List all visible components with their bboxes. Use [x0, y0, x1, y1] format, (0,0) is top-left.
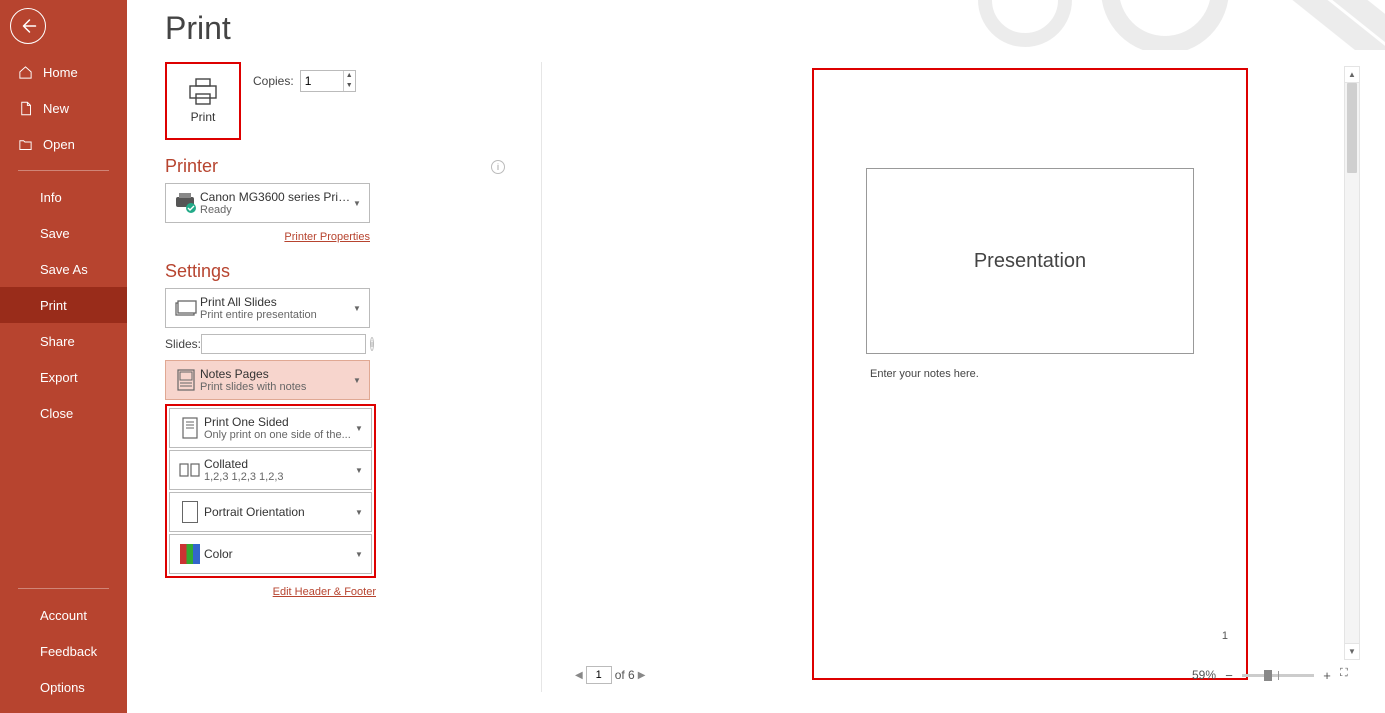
vertical-divider	[541, 62, 542, 692]
color-dropdown[interactable]: Color ▼	[169, 534, 372, 574]
preview-footer: ◀ of 6 ▶ 59% − + ⛶	[557, 662, 1360, 688]
zoom-out-button[interactable]: −	[1222, 668, 1236, 683]
main-panel: Print Print Copies: ▲ ▼ Printer i	[127, 0, 1385, 713]
nav-open[interactable]: Open	[0, 126, 127, 162]
nav-share[interactable]: Share	[0, 323, 127, 359]
slides-stack-icon	[172, 299, 200, 317]
current-page-input[interactable]	[586, 666, 612, 684]
nav-save-as[interactable]: Save As	[0, 251, 127, 287]
nav-open-label: Open	[43, 137, 75, 152]
printer-properties-link[interactable]: Printer Properties	[284, 231, 370, 243]
chevron-down-icon: ▼	[353, 376, 363, 385]
nav-new-label: New	[43, 101, 69, 116]
copies-input[interactable]	[301, 71, 343, 91]
slides-input[interactable]	[201, 334, 366, 354]
copies-down[interactable]: ▼	[344, 81, 355, 91]
zoom-in-button[interactable]: +	[1320, 668, 1334, 683]
settings-section-title: Settings	[165, 261, 230, 282]
sides-dropdown[interactable]: Print One Sided Only print on one side o…	[169, 408, 372, 448]
new-icon	[18, 101, 33, 116]
zoom-percent-label: 59%	[1192, 668, 1216, 682]
nav-info[interactable]: Info	[0, 179, 127, 215]
chevron-down-icon: ▼	[355, 466, 365, 475]
copies-label: Copies:	[253, 74, 294, 88]
nav-new[interactable]: New	[0, 90, 127, 126]
printer-info-icon[interactable]: i	[491, 160, 505, 174]
orientation-dropdown[interactable]: Portrait Orientation ▼	[169, 492, 372, 532]
highlighted-settings-group: Print One Sided Only print on one side o…	[165, 404, 376, 578]
printer-status-icon	[172, 193, 200, 213]
one-sided-icon	[176, 417, 204, 439]
home-icon	[18, 65, 33, 80]
printer-icon	[187, 78, 219, 106]
zoom-fit-button[interactable]: ⛶	[1340, 667, 1356, 683]
collated-icon	[176, 461, 204, 479]
nav-export[interactable]: Export	[0, 359, 127, 395]
printer-name: Canon MG3600 series Printer...	[200, 190, 353, 204]
total-pages-label: of 6	[615, 668, 635, 682]
zoom-slider[interactable]	[1242, 674, 1314, 677]
nav-home-label: Home	[43, 65, 78, 80]
print-button[interactable]: Print	[165, 62, 241, 140]
nav-close[interactable]: Close	[0, 395, 127, 431]
chevron-down-icon: ▼	[355, 550, 365, 559]
nav-home[interactable]: Home	[0, 54, 127, 90]
notes-page-icon	[172, 369, 200, 391]
page-title: Print	[165, 10, 1385, 47]
scroll-up-button[interactable]: ▲	[1345, 67, 1359, 83]
copies-spinner[interactable]: ▲ ▼	[300, 70, 356, 92]
copies-up[interactable]: ▲	[344, 71, 355, 81]
printer-status: Ready	[200, 204, 353, 216]
edit-header-footer-link[interactable]: Edit Header & Footer	[273, 586, 376, 598]
preview-notes: Enter your notes here.	[870, 368, 979, 380]
scroll-thumb[interactable]	[1347, 83, 1357, 173]
preview-page-number: 1	[1222, 630, 1228, 642]
layout-dropdown[interactable]: Notes Pages Print slides with notes ▼	[165, 360, 370, 400]
next-page-button[interactable]: ▶	[638, 670, 646, 681]
nav-options[interactable]: Options	[0, 669, 127, 705]
nav-save[interactable]: Save	[0, 215, 127, 251]
chevron-down-icon: ▼	[355, 424, 365, 433]
nav-account[interactable]: Account	[0, 597, 127, 633]
collate-dropdown[interactable]: Collated 1,2,3 1,2,3 1,2,3 ▼	[169, 450, 372, 490]
chevron-down-icon: ▼	[355, 508, 365, 517]
preview-slide-title: Presentation	[974, 250, 1086, 273]
print-button-label: Print	[191, 110, 216, 124]
back-arrow-icon	[19, 17, 37, 35]
chevron-down-icon: ▼	[353, 199, 363, 208]
print-range-dropdown[interactable]: Print All Slides Print entire presentati…	[165, 288, 370, 328]
color-icon	[176, 544, 204, 564]
preview-page: Presentation Enter your notes here. 1	[812, 68, 1248, 680]
printer-section-title: Printer	[165, 156, 218, 177]
preview-slide: Presentation	[866, 168, 1194, 354]
back-button[interactable]	[10, 8, 46, 44]
open-icon	[18, 137, 33, 152]
chevron-down-icon: ▼	[353, 304, 363, 313]
portrait-icon	[176, 501, 204, 523]
nav-print[interactable]: Print	[0, 287, 127, 323]
scroll-down-button[interactable]: ▼	[1345, 643, 1359, 659]
backstage-sidebar: Home New Open Info Save Save As Print Sh…	[0, 0, 127, 713]
printer-dropdown[interactable]: Canon MG3600 series Printer... Ready ▼	[165, 183, 370, 223]
slides-info-icon[interactable]: i	[370, 337, 374, 351]
print-preview-area: Presentation Enter your notes here. 1 ▲ …	[557, 62, 1360, 688]
preview-scrollbar[interactable]: ▲ ▼	[1344, 66, 1360, 660]
print-settings-column: Print Copies: ▲ ▼ Printer i	[165, 62, 505, 600]
prev-page-button[interactable]: ◀	[575, 670, 583, 681]
slides-label: Slides:	[165, 337, 201, 351]
zoom-slider-thumb[interactable]	[1264, 670, 1272, 681]
nav-feedback[interactable]: Feedback	[0, 633, 127, 669]
